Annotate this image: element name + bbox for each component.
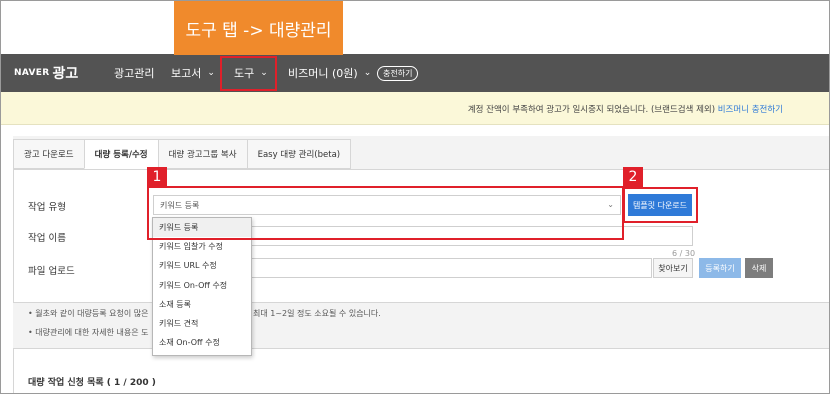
file-upload-label: 파일 업로드: [28, 266, 75, 277]
notice-message: 계정 잔액이 부족하여 광고가 일시중지 되었습니다. (브랜드검색 제외) 비…: [468, 103, 783, 115]
notice-bar: 계정 잔액이 부족하여 광고가 일시중지 되었습니다. (브랜드검색 제외) 비…: [1, 92, 829, 125]
logo-ad: 광고: [52, 66, 79, 82]
job-type-label: 작업 유형: [28, 202, 66, 213]
top-nav-bar: NAVER 광고 광고관리 보고서 ⌄ 도구 ⌄ 비즈머니 (0원) ⌄ 충전하…: [1, 54, 829, 92]
char-counter: 6 / 30: [672, 249, 696, 258]
tab-easy-bulk[interactable]: Easy 대량 관리(beta): [246, 139, 352, 169]
screenshot-frame: 도구 탭 -> 대량관리 NAVER 광고 광고관리 보고서 ⌄ 도구 ⌄ 비즈…: [0, 0, 830, 394]
nav-item-label: 광고관리: [114, 67, 155, 80]
nav-item-label: 비즈머니 (0원): [288, 67, 358, 80]
find-file-button[interactable]: 찾아보기: [653, 258, 693, 278]
highlight-job-type: [147, 186, 624, 240]
nav-item-bizmoney[interactable]: 비즈머니 (0원) ⌄: [288, 54, 371, 92]
bizmoney-charge-link[interactable]: 비즈머니 충전하기: [718, 105, 783, 115]
nav-item-ad-management[interactable]: 광고관리: [114, 54, 154, 92]
notice-text: 계정 잔액이 부족하여 광고가 일시중지 되었습니다. (브랜드검색 제외): [467, 105, 716, 115]
dropdown-option[interactable]: 소재 On-Off 수정: [153, 333, 251, 352]
logo-naver: NAVER: [14, 68, 50, 78]
note-bulk-timing: • 월초와 같이 대량등록 요청이 많은: [28, 309, 149, 318]
tab-bulk-register[interactable]: 대량 등록/수정: [83, 139, 158, 169]
chevron-down-icon: ⌄: [207, 68, 215, 78]
tab-bar: 광고 다운로드 대량 등록/수정 대량 광고그룹 복사 Easy 대량 관리(b…: [13, 139, 352, 169]
caption-label: 도구 탭 -> 대량관리: [174, 1, 343, 55]
dropdown-option[interactable]: 키워드 견적: [153, 314, 251, 333]
nav-item-label: 보고서: [171, 67, 202, 80]
dropdown-option[interactable]: 키워드 On-Off 수정: [153, 276, 251, 295]
step-number-badge: 2: [623, 167, 643, 187]
nav-item-reports[interactable]: 보고서 ⌄: [171, 54, 215, 92]
job-name-label: 작업 이름: [28, 233, 66, 244]
dropdown-option[interactable]: 소재 등록: [153, 295, 251, 314]
dropdown-option[interactable]: 키워드 URL 수정: [153, 256, 251, 275]
note-bulk-timing-tail: 최대 1~2일 정도 소요될 수 있습니다.: [253, 309, 381, 318]
note-bulk-help: • 대량관리에 대한 자세한 내용은 도: [28, 328, 149, 337]
charge-button[interactable]: 충전하기: [377, 66, 419, 81]
register-button[interactable]: 등록하기: [699, 258, 741, 278]
dropdown-option[interactable]: 키워드 입찰가 수정: [153, 237, 251, 256]
highlight-tools-menu: [220, 56, 277, 91]
tab-ad-download[interactable]: 광고 다운로드: [13, 139, 84, 169]
job-list-title: 대량 작업 신청 목록 ( 1 / 200 ): [28, 378, 156, 388]
naver-ad-logo[interactable]: NAVER 광고: [14, 54, 78, 92]
delete-button[interactable]: 삭제: [745, 258, 773, 278]
tab-bulk-adgroup-copy[interactable]: 대량 광고그룹 복사: [157, 139, 247, 169]
step-number-badge: 1: [147, 167, 167, 187]
chevron-down-icon: ⌄: [363, 68, 372, 78]
highlight-template-button: [623, 187, 698, 223]
